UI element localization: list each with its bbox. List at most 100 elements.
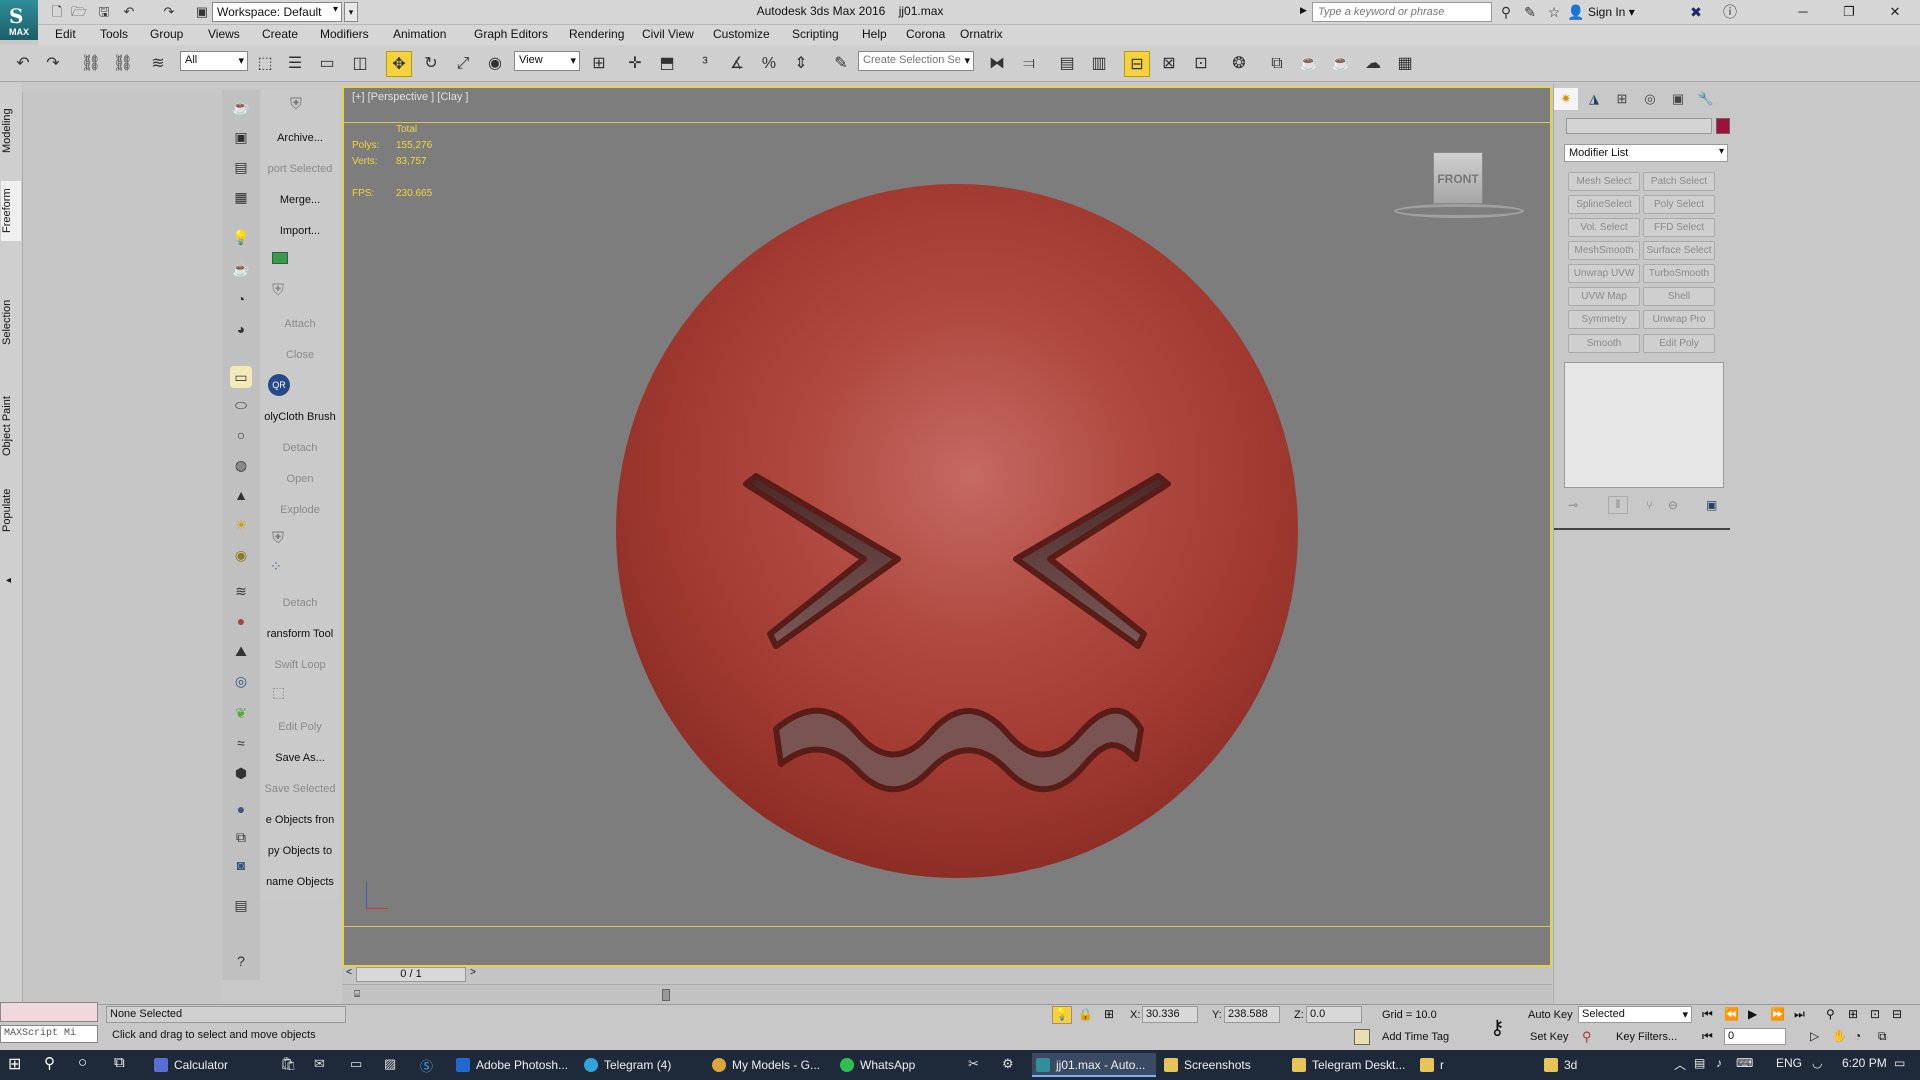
- z-coord-field[interactable]: 0.0: [1306, 1006, 1362, 1023]
- uvw-map-button[interactable]: UVW Map: [1568, 287, 1640, 306]
- link-icon[interactable]: ⛓: [78, 51, 104, 77]
- ribbon-tab-freeform[interactable]: Freeform: [1, 181, 21, 241]
- select-and-scale-icon[interactable]: ⤢: [450, 51, 476, 77]
- modifier-list-dropdown[interactable]: Modifier List ▾: [1564, 144, 1728, 162]
- teapot-small-icon[interactable]: ☕: [230, 258, 252, 280]
- cmd-detach[interactable]: Detach: [262, 442, 338, 454]
- key-mode-dropdown[interactable]: Selected ▾: [1578, 1006, 1692, 1023]
- sign-in-button[interactable]: Sign In ▾: [1588, 5, 1635, 19]
- spline-select-button[interactable]: SplineSelect: [1568, 195, 1640, 214]
- cmd-detach-2[interactable]: Detach: [262, 597, 338, 609]
- menu-views[interactable]: Views: [208, 27, 240, 41]
- photos-icon[interactable]: ▨: [384, 1056, 396, 1072]
- cmd-rename-objects[interactable]: name Objects: [262, 876, 338, 888]
- set-key-button[interactable]: Set Key: [1530, 1031, 1569, 1043]
- select-and-rotate-icon[interactable]: ↻: [418, 51, 444, 77]
- favorites-star-icon[interactable]: ☆: [1544, 3, 1564, 21]
- sphere-icon[interactable]: ○: [230, 424, 252, 446]
- disc-icon[interactable]: ⬭: [230, 394, 252, 416]
- cmd-export-selected[interactable]: port Selected: [262, 163, 338, 175]
- track-bar[interactable]: ⌸: [342, 984, 1552, 1006]
- material-editor-icon[interactable]: ⊡: [1188, 51, 1214, 77]
- play-icon[interactable]: ▶: [1748, 1007, 1757, 1021]
- viewcube-ring[interactable]: [1394, 204, 1524, 218]
- snaps-toggle-icon[interactable]: ³: [692, 51, 718, 77]
- binoculars-icon[interactable]: ⚲: [1496, 3, 1516, 21]
- ribbon-tab-populate[interactable]: Populate: [1, 475, 21, 545]
- zoom-all-icon[interactable]: ⊞: [1848, 1007, 1858, 1021]
- object-icon[interactable]: ◙: [230, 854, 252, 876]
- subscription-icon[interactable]: ✎: [1520, 3, 1540, 21]
- object-color-swatch[interactable]: [1716, 118, 1730, 134]
- settings-icon[interactable]: ⚙: [1002, 1056, 1014, 1072]
- cmd-save-selected[interactable]: Save Selected: [262, 783, 338, 795]
- rendered-frame-window-icon[interactable]: ⧉: [1264, 51, 1290, 77]
- modify-tab-icon[interactable]: ◮: [1582, 88, 1606, 110]
- redo-icon[interactable]: ↷: [160, 3, 178, 21]
- named-selection-dropdown[interactable]: Create Selection Se ▾: [858, 51, 974, 71]
- windows-start-icon[interactable]: ⊞: [8, 1054, 21, 1074]
- qr-icon[interactable]: QR: [268, 374, 290, 396]
- pivot-point-icon[interactable]: ⊞: [586, 51, 612, 77]
- keyboard-shortcut-icon[interactable]: ⬒: [654, 51, 680, 77]
- cone-icon[interactable]: ▲: [230, 484, 252, 506]
- set-key-icon[interactable]: ⚷: [1490, 1015, 1505, 1040]
- ribbon-collapse-icon[interactable]: ◂: [6, 575, 11, 586]
- motion-tab-icon[interactable]: ◎: [1638, 88, 1662, 110]
- taskbar-app-photoshop[interactable]: Adobe Photosh...: [452, 1053, 576, 1077]
- network-icon[interactable]: ▤: [1694, 1056, 1705, 1070]
- poly-select-button[interactable]: Poly Select: [1643, 195, 1715, 214]
- curve-editor-icon[interactable]: ⊟: [1124, 51, 1150, 77]
- undo-icon[interactable]: ↶: [120, 3, 138, 21]
- save-icon[interactable]: 🖫: [95, 3, 113, 21]
- current-frame-field[interactable]: 0: [1724, 1028, 1786, 1045]
- key-icon[interactable]: ⚲: [1582, 1029, 1592, 1045]
- snipping-icon[interactable]: ✂: [968, 1056, 979, 1072]
- goto-start-icon[interactable]: ⏮: [1702, 1007, 1713, 1022]
- globe-icon[interactable]: ◎: [230, 670, 252, 692]
- edit-poly-button[interactable]: Edit Poly: [1643, 334, 1715, 353]
- cmd-merge-objects-from[interactable]: e Objects fron: [262, 814, 338, 826]
- menu-group[interactable]: Group: [150, 27, 183, 41]
- meshsmooth-button[interactable]: MeshSmooth: [1568, 241, 1640, 260]
- search-input[interactable]: Type a keyword or phrase: [1312, 2, 1492, 22]
- taskbar-app-3dsmax[interactable]: jj01.max - Auto...: [1032, 1053, 1156, 1077]
- object-name-field[interactable]: [1566, 118, 1712, 134]
- orbit-icon[interactable]: ◔: [1854, 1029, 1861, 1043]
- rectangle-selection-icon[interactable]: ▭: [314, 51, 340, 77]
- mountain-icon[interactable]: ⛰: [230, 640, 252, 662]
- bind-space-warp-icon[interactable]: ≋: [145, 51, 171, 77]
- taskbar-app-whatsapp[interactable]: WhatsApp: [836, 1053, 960, 1077]
- film-icon[interactable]: ◕: [230, 318, 252, 340]
- render-production-icon[interactable]: ☕: [1296, 51, 1322, 77]
- menu-civil-view[interactable]: Civil View: [642, 27, 694, 41]
- hierarchy-tab-icon[interactable]: ⊞: [1610, 88, 1634, 110]
- pc-icon[interactable]: ▭: [350, 1056, 362, 1072]
- taskbar-app-chrome[interactable]: My Models - G...: [708, 1053, 832, 1077]
- unwrap-pro-button[interactable]: Unwrap Pro: [1643, 310, 1715, 329]
- turbosmooth-button[interactable]: TurboSmooth: [1643, 264, 1715, 283]
- menu-help[interactable]: Help: [862, 27, 887, 41]
- workspace-dropdown[interactable]: Workspace: Default ▾: [212, 2, 342, 22]
- menu-tools[interactable]: Tools: [100, 27, 128, 41]
- terrain-icon[interactable]: ≋: [230, 580, 252, 602]
- scene-icon[interactable]: ▤: [230, 894, 252, 916]
- project-folder-icon[interactable]: ▣: [193, 3, 211, 21]
- patch-select-button[interactable]: Patch Select: [1643, 172, 1715, 191]
- teapot-icon[interactable]: ☕: [230, 96, 252, 118]
- cmd-copy-objects-to[interactable]: py Objects to: [262, 845, 338, 857]
- utilities-tab-icon[interactable]: 🔧: [1694, 88, 1718, 110]
- maximize-viewport-icon[interactable]: ⧉: [1878, 1029, 1887, 1044]
- help-icon[interactable]: ⓘ: [1720, 3, 1740, 21]
- reference-coordinate-dropdown[interactable]: View ▾: [514, 51, 580, 71]
- toggle-ribbon-icon[interactable]: ▥: [1086, 51, 1112, 77]
- vol-select-button[interactable]: Vol. Select: [1568, 218, 1640, 237]
- selection-lock-icon[interactable]: 🔒: [1078, 1007, 1093, 1021]
- keyboard-icon[interactable]: ⌨: [1736, 1056, 1753, 1070]
- select-and-place-icon[interactable]: ◉: [482, 51, 508, 77]
- zoom-extents-icon[interactable]: ⊡: [1870, 1007, 1880, 1021]
- menu-animation[interactable]: Animation: [393, 27, 446, 41]
- next-key-icon[interactable]: ⏩: [1770, 1007, 1785, 1021]
- auto-key-button[interactable]: Auto Key: [1528, 1009, 1573, 1021]
- taskbar-app-telegram[interactable]: Telegram (4): [580, 1053, 704, 1077]
